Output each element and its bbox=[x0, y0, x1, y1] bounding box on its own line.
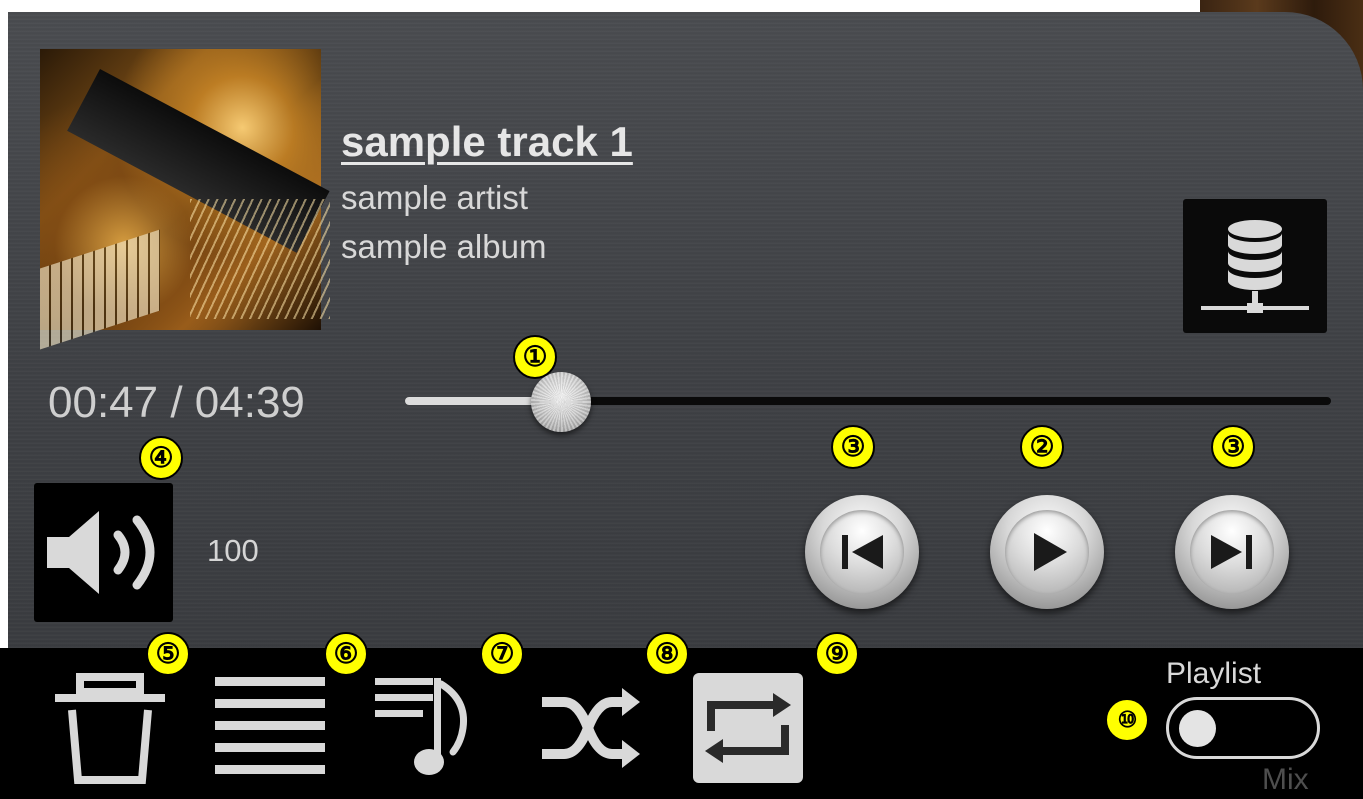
skip-next-icon bbox=[1211, 535, 1252, 569]
marker-queue: ⑦ bbox=[480, 632, 524, 676]
shuffle-icon[interactable] bbox=[538, 682, 643, 774]
playlist-mode-label: Playlist bbox=[1166, 657, 1262, 690]
track-title[interactable]: sample track 1 bbox=[341, 118, 633, 166]
next-button[interactable] bbox=[1175, 495, 1289, 609]
marker-play: ② bbox=[1020, 425, 1064, 469]
marker-seek: ① bbox=[513, 335, 557, 379]
playlist-music-icon[interactable] bbox=[373, 672, 488, 782]
repeat-icon[interactable] bbox=[693, 673, 803, 783]
toggle-knob bbox=[1179, 710, 1216, 747]
play-button[interactable] bbox=[990, 495, 1104, 609]
media-server-button[interactable] bbox=[1183, 199, 1327, 333]
marker-shuffle: ⑧ bbox=[645, 632, 689, 676]
volume-value: 100 bbox=[207, 533, 259, 568]
bottom-toolbar bbox=[0, 648, 1363, 799]
marker-repeat: ⑨ bbox=[815, 632, 859, 676]
time-display: 00:47 / 04:39 bbox=[48, 378, 305, 427]
marker-mode: ⑩ bbox=[1105, 698, 1149, 742]
previous-button[interactable] bbox=[805, 495, 919, 609]
track-artist: sample artist bbox=[341, 179, 529, 216]
seek-thumb[interactable] bbox=[530, 372, 591, 432]
trash-icon[interactable] bbox=[50, 672, 170, 784]
marker-delete: ⑤ bbox=[146, 632, 190, 676]
album-art bbox=[40, 49, 330, 350]
mix-mode-label: Mix bbox=[1262, 763, 1309, 796]
media-server-icon bbox=[1201, 220, 1309, 313]
marker-list: ⑥ bbox=[324, 632, 368, 676]
volume-button[interactable] bbox=[34, 483, 173, 622]
marker-volume: ④ bbox=[139, 436, 183, 480]
list-icon[interactable] bbox=[215, 677, 327, 777]
marker-previous: ③ bbox=[831, 425, 875, 469]
speaker-icon bbox=[47, 511, 155, 594]
skip-previous-icon bbox=[842, 535, 883, 569]
playlist-mix-toggle[interactable] bbox=[1166, 697, 1320, 759]
track-album: sample album bbox=[341, 228, 547, 265]
marker-next: ③ bbox=[1211, 425, 1255, 469]
play-icon bbox=[1034, 533, 1067, 571]
